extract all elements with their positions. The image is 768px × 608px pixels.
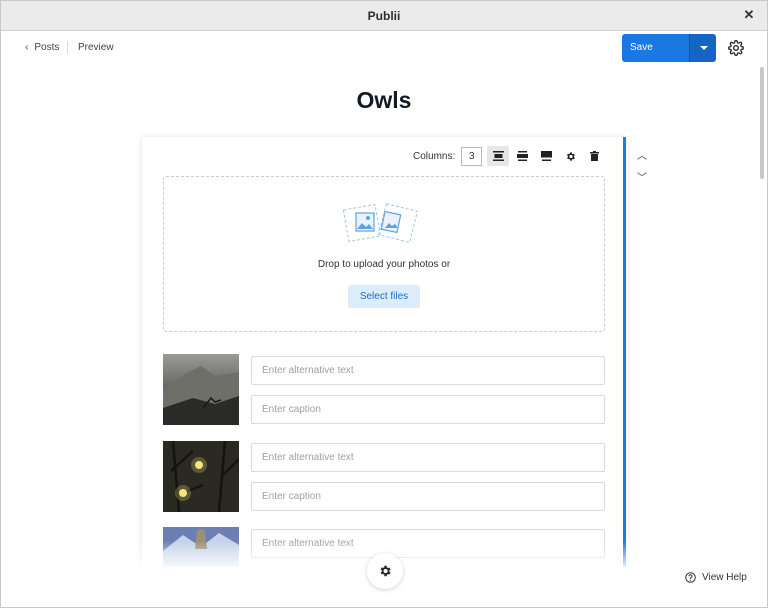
editor-settings-button[interactable]	[367, 553, 403, 589]
image-thumbnail[interactable]	[163, 441, 239, 512]
post-settings-gear-icon[interactable]	[728, 40, 744, 56]
dropzone-text: Drop to upload your photos or	[317, 259, 451, 270]
alt-text-field[interactable]: Enter alternative text	[251, 443, 605, 472]
delete-block-button[interactable]	[583, 146, 605, 166]
app-window: Publii ✕ ‹ Posts Preview Save Owls ︿ ﹀ C…	[0, 0, 768, 608]
images-icon	[342, 202, 419, 244]
block-move-controls: ︿ ﹀	[636, 147, 648, 191]
gear-icon	[566, 151, 575, 161]
title-bar: Publii ✕	[1, 1, 767, 31]
move-up-icon[interactable]: ︿	[636, 147, 648, 169]
active-block-indicator	[623, 137, 626, 577]
view-help-link[interactable]: View Help	[685, 572, 747, 583]
photo-dropzone[interactable]: Drop to upload your photos or Select fil…	[163, 176, 605, 332]
trash-icon	[589, 151, 599, 161]
align-wide-icon	[516, 151, 528, 161]
gallery-toolbar: Columns: 3	[413, 146, 607, 166]
window-title: Publii	[367, 9, 401, 23]
caption-field[interactable]: Enter caption	[251, 482, 605, 511]
align-center-button[interactable]	[487, 146, 510, 166]
gear-icon	[380, 565, 391, 577]
move-down-icon[interactable]: ﹀	[636, 169, 648, 191]
close-icon[interactable]: ✕	[741, 7, 757, 23]
help-circle-icon	[685, 572, 696, 583]
preview-link[interactable]: Preview	[78, 42, 114, 53]
scrollbar-thumb[interactable]	[760, 67, 764, 179]
columns-label: Columns:	[413, 150, 456, 162]
post-title[interactable]: Owls	[1, 87, 767, 114]
save-options-dropdown[interactable]	[689, 34, 716, 62]
caption-field[interactable]: Enter caption	[251, 395, 605, 424]
alt-text-field[interactable]: Enter alternative text	[251, 356, 605, 385]
image-thumbnail[interactable]	[163, 354, 239, 425]
align-center-icon	[492, 151, 504, 161]
align-full-button[interactable]	[535, 146, 557, 166]
align-full-icon	[540, 151, 552, 161]
nav-divider	[67, 41, 68, 53]
align-wide-button[interactable]	[511, 146, 533, 166]
back-to-posts-link[interactable]: ‹ Posts	[25, 42, 59, 53]
editor-top-nav: ‹ Posts Preview Save	[1, 31, 767, 65]
columns-input[interactable]: 3	[461, 146, 483, 166]
save-button[interactable]: Save	[622, 34, 689, 62]
block-settings-button[interactable]	[559, 146, 581, 166]
save-button-group: Save	[622, 34, 716, 62]
help-label: View Help	[702, 572, 747, 583]
back-label: Posts	[34, 42, 60, 53]
chevron-left-icon: ‹	[25, 42, 29, 53]
select-files-button[interactable]: Select files	[348, 285, 420, 308]
